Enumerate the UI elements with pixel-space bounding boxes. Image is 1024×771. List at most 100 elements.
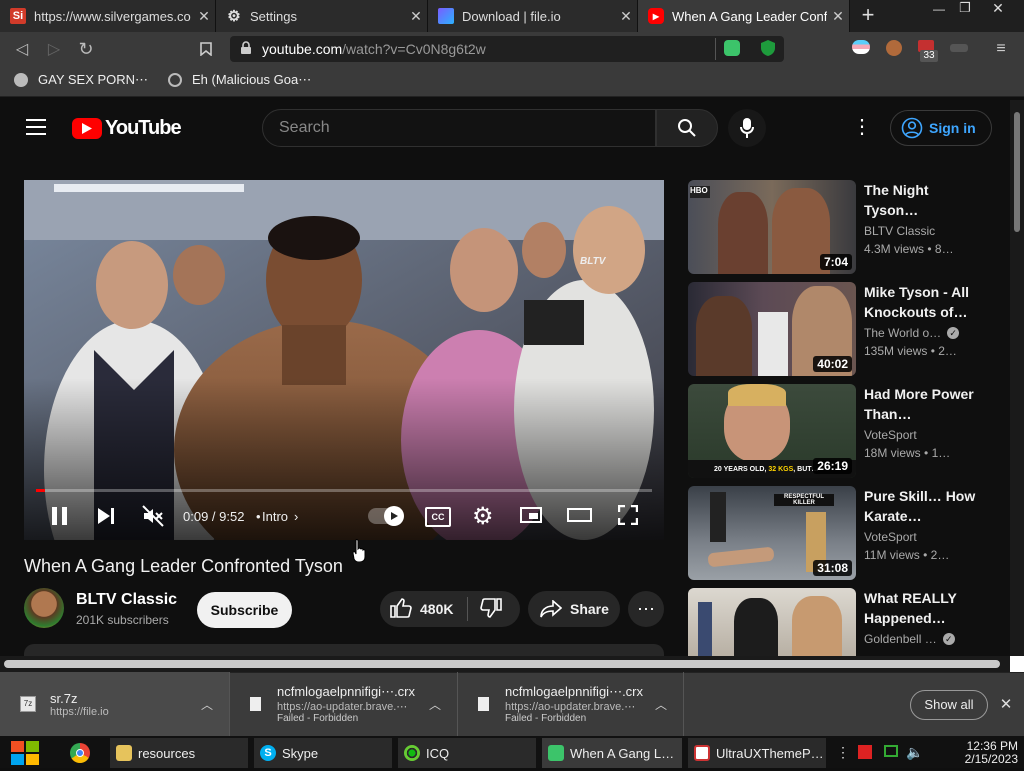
more-actions-button[interactable]: ⋯ — [628, 591, 664, 627]
taskbar-item-browser[interactable]: When A Gang L… — [542, 738, 682, 768]
recommended-video[interactable]: 40:02 Mike Tyson - All Knockouts of… The… — [688, 282, 988, 376]
voice-search-button[interactable] — [728, 109, 766, 147]
forward-icon[interactable]: ▷ — [42, 37, 66, 61]
shield-icon[interactable] — [760, 39, 776, 62]
gear-icon: ⚙ — [227, 8, 241, 25]
autoplay-toggle[interactable] — [368, 506, 404, 526]
download-item[interactable]: ncfmlogaelpnnifigi⋯.crx https://ao-updat… — [458, 672, 684, 736]
recommended-title: Mike Tyson - All Knockouts of… — [864, 284, 970, 320]
taskbar-label: UltraUXThemeP… — [716, 745, 824, 761]
bookmark-item[interactable]: Eh (Malicious Goa⋯ — [168, 72, 311, 88]
window-close-button[interactable]: ✕ — [986, 0, 1010, 16]
start-button[interactable] — [10, 740, 40, 766]
taskbar-item-ultrauxtheme[interactable]: UltraUXThemeP… — [688, 738, 826, 768]
network-icon[interactable] — [884, 745, 898, 757]
reload-icon[interactable]: ↻ — [74, 37, 98, 61]
tab-settings[interactable]: ⚙ Settings ✕ — [216, 0, 428, 32]
pause-icon[interactable] — [50, 506, 70, 526]
recommended-views: 4.3M views • 8… — [864, 242, 954, 256]
chapter-button[interactable]: Intro › — [262, 509, 298, 524]
close-downloads-icon[interactable]: ✕ — [996, 695, 1016, 715]
chevron-up-icon[interactable]: ︿ — [655, 696, 667, 713]
video-thumbnail — [688, 588, 856, 656]
recommended-channel: VoteSport — [864, 428, 917, 442]
search-button[interactable] — [656, 109, 718, 147]
hamburger-menu-icon[interactable] — [26, 118, 46, 135]
menu-icon[interactable]: ≡ — [990, 38, 1012, 60]
recommended-views: 11M views • 2… — [864, 548, 950, 562]
address-bar[interactable]: youtube.com/watch?v=Cv0N8g6t2w — [230, 36, 784, 62]
tab-youtube-video[interactable]: ▶ When A Gang Leader Confr ✕ — [638, 0, 850, 32]
channel-avatar[interactable] — [24, 588, 64, 628]
sign-in-button[interactable]: Sign in — [890, 110, 992, 146]
chevron-up-icon[interactable]: ︿ — [429, 696, 441, 713]
share-button[interactable]: Share — [528, 591, 620, 627]
bookmark-favicon-icon — [14, 73, 28, 87]
download-item[interactable]: 7z sr.7z https://file.io ︿ — [0, 672, 230, 736]
recommended-channel: BLTV Classic — [864, 224, 936, 238]
fullscreen-icon[interactable] — [617, 504, 639, 530]
account-icon — [901, 117, 923, 139]
taskbar-item-skype[interactable]: S Skype — [254, 738, 392, 768]
close-icon[interactable]: ✕ — [827, 8, 849, 25]
flag-icon[interactable] — [858, 745, 872, 759]
tab-title: Download | file.io — [462, 8, 561, 24]
vertical-scrollbar[interactable] — [1010, 100, 1024, 656]
youtube-logo-text: YouTube — [105, 117, 182, 139]
volume-icon[interactable]: 🔈 — [906, 744, 923, 761]
divider — [467, 597, 469, 621]
mute-icon[interactable] — [142, 505, 164, 532]
recommended-video[interactable]: HBO 7:04 The Night Tyson… BLTV Classic 4… — [688, 180, 988, 274]
chrome-icon[interactable] — [70, 743, 90, 763]
extension-green-icon[interactable] — [724, 40, 740, 56]
video-player[interactable]: BLTV 0:09 / 9:52 • Intro › CC ⚙ — [24, 180, 664, 540]
like-button[interactable] — [390, 597, 412, 621]
taskbar-label: resources — [138, 745, 196, 761]
taskbar-item-resources[interactable]: resources — [110, 738, 248, 768]
extension-gray-icon[interactable] — [950, 44, 968, 52]
back-icon[interactable]: ◁ — [10, 37, 34, 61]
recommended-video[interactable]: 20 YEARS OLD, 32 KGS, BUT… 26:19 Had Mor… — [688, 384, 988, 478]
horizontal-scrollbar[interactable] — [0, 656, 1010, 672]
show-all-button[interactable]: Show all — [910, 690, 988, 720]
restore-button[interactable]: ❐ — [954, 0, 976, 16]
dislike-button[interactable] — [480, 597, 503, 621]
progress-bar[interactable] — [36, 489, 652, 492]
download-item[interactable]: ncfmlogaelpnnifigi⋯.crx https://ao-updat… — [230, 672, 458, 736]
microphone-icon — [740, 118, 754, 138]
player-settings-gear-icon[interactable]: ⚙ — [472, 502, 494, 531]
bookmark-icon[interactable] — [194, 37, 218, 61]
close-icon[interactable]: ✕ — [615, 8, 637, 25]
close-icon[interactable]: ✕ — [405, 8, 427, 25]
tab-silvergames[interactable]: Si https://www.silvergames.co ✕ — [0, 0, 216, 32]
download-filename: sr.7z — [50, 690, 78, 706]
tab-file-io[interactable]: Download | file.io ✕ — [428, 0, 638, 32]
miniplayer-icon[interactable] — [520, 507, 542, 523]
new-tab-button[interactable]: + — [856, 4, 880, 28]
channel-name[interactable]: BLTV Classic — [76, 591, 177, 609]
subscribe-button[interactable]: Subscribe — [197, 592, 292, 628]
next-icon[interactable] — [96, 506, 116, 531]
theater-mode-icon[interactable] — [567, 508, 592, 522]
thumbnail-caption: 20 YEARS OLD, 32 KGS, BUT… — [714, 466, 819, 473]
bookmark-item[interactable]: GAY SEX PORN⋯ — [14, 72, 148, 88]
recommended-video[interactable]: RESPECTFUL KILLER 31:08 Pure Skill… How K… — [688, 486, 988, 580]
minimize-button[interactable]: — — [928, 2, 950, 16]
scrollbar-thumb[interactable] — [4, 660, 1000, 668]
taskbar-label: Skype — [282, 745, 319, 761]
avatar-icon[interactable] — [886, 40, 902, 56]
search-input[interactable]: Search — [262, 109, 656, 147]
folder-icon — [116, 745, 132, 761]
captions-button[interactable]: CC — [425, 507, 451, 527]
close-icon[interactable]: ✕ — [193, 8, 215, 25]
profile-flag-icon[interactable] — [852, 40, 870, 54]
tray-overflow-icon[interactable]: ⋮ — [836, 744, 850, 762]
youtube-logo[interactable]: YouTube — [72, 117, 182, 140]
chevron-up-icon[interactable]: ︿ — [201, 696, 213, 713]
scrollbar-thumb[interactable] — [1014, 112, 1020, 232]
extension-badge: 33 — [920, 50, 938, 62]
system-clock[interactable]: 12:36 PM 2/15/2023 — [928, 740, 1018, 766]
settings-more-icon[interactable]: ⋮ — [852, 116, 872, 140]
recommended-video[interactable]: What REALLY Happened… Goldenbell … ✓ — [688, 588, 988, 656]
taskbar-item-icq[interactable]: ICQ — [398, 738, 536, 768]
